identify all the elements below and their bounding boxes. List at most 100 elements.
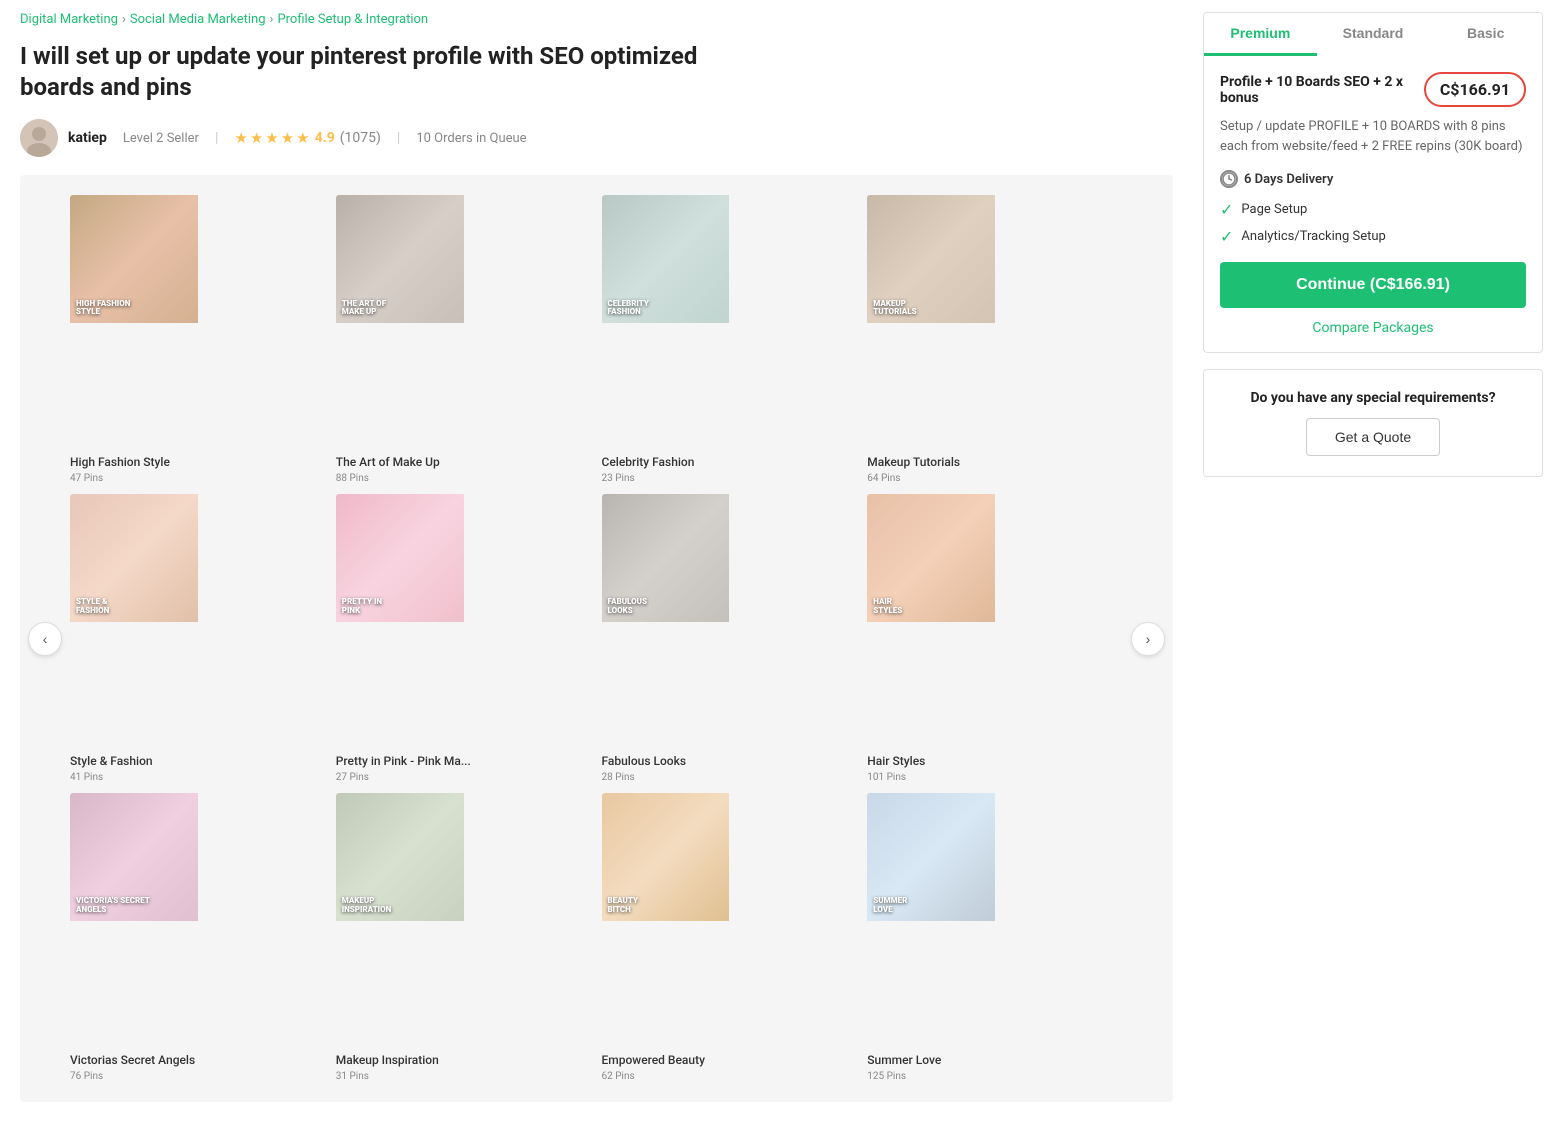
- feature-item-1: ✓ Page Setup: [1220, 200, 1526, 219]
- gallery-sublabel-6: 27 Pins: [336, 772, 592, 783]
- gallery-label-1: High Fashion Style: [70, 455, 326, 469]
- gallery-item-10: makeupINSPIRATION Makeup Inspiration 31 …: [336, 793, 592, 1082]
- breadcrumb-sep-1: ›: [122, 12, 126, 27]
- gallery-next-button[interactable]: ›: [1131, 622, 1165, 656]
- compare-packages-link[interactable]: Compare Packages: [1220, 320, 1526, 336]
- seller-level: Level 2 Seller: [123, 131, 199, 146]
- gallery-item-6: pretty inPINK Pretty in Pink - Pink Ma..…: [336, 494, 592, 783]
- star-5: ★: [296, 129, 309, 147]
- breadcrumb: Digital Marketing › Social Media Marketi…: [20, 12, 1173, 27]
- star-4: ★: [281, 129, 294, 147]
- star-2: ★: [250, 129, 263, 147]
- tab-premium[interactable]: Premium: [1204, 13, 1317, 56]
- get-quote-button[interactable]: Get a Quote: [1306, 418, 1440, 456]
- gallery-sublabel-7: 28 Pins: [602, 772, 858, 783]
- gallery-item-12: summerLOVE Summer Love 125 Pins: [867, 793, 1123, 1082]
- package-card: Premium Standard Basic Profile + 10 Boar…: [1203, 12, 1543, 353]
- gallery-thumb-8[interactable]: hairSTYLES: [867, 494, 1123, 750]
- feature-list: ✓ Page Setup ✓ Analytics/Tracking Setup: [1220, 200, 1526, 246]
- package-tabs: Premium Standard Basic: [1204, 13, 1542, 56]
- gallery-sublabel-3: 23 Pins: [602, 473, 858, 484]
- check-icon-1: ✓: [1220, 200, 1233, 219]
- gallery-thumb-1[interactable]: high fashionSTYLE: [70, 195, 326, 451]
- gallery-item-1: high fashionSTYLE High Fashion Style 47 …: [70, 195, 326, 484]
- star-rating: ★ ★ ★ ★ ★ 4.9 (1075): [234, 129, 381, 147]
- gig-title: I will set up or update your pinterest p…: [20, 41, 700, 103]
- package-body: Profile + 10 Boards SEO + 2 x bonus C$16…: [1204, 56, 1542, 352]
- gallery-sublabel-8: 101 Pins: [867, 772, 1123, 783]
- gallery-prev-button[interactable]: ‹: [28, 622, 62, 656]
- gallery-thumb-7[interactable]: fabulousLOOKS: [602, 494, 858, 750]
- gallery-label-7: Fabulous Looks: [602, 754, 858, 768]
- gallery-thumb-10[interactable]: makeupINSPIRATION: [336, 793, 592, 1049]
- gallery-item-4: makeupTUTORIALS Makeup Tutorials 64 Pins: [867, 195, 1123, 484]
- gallery-sublabel-5: 41 Pins: [70, 772, 326, 783]
- gallery-item-7: fabulousLOOKS Fabulous Looks 28 Pins: [602, 494, 858, 783]
- gallery-thumb-12[interactable]: summerLOVE: [867, 793, 1123, 1049]
- seller-name[interactable]: katiep: [68, 130, 107, 146]
- gallery-sublabel-9: 76 Pins: [70, 1071, 326, 1082]
- chevron-left-icon: ‹: [43, 631, 48, 647]
- seller-divider: |: [215, 130, 218, 146]
- breadcrumb-digital-marketing[interactable]: Digital Marketing: [20, 12, 118, 27]
- gallery-label-12: Summer Love: [867, 1053, 1123, 1067]
- gallery-thumb-4[interactable]: makeupTUTORIALS: [867, 195, 1123, 451]
- gallery-sublabel-10: 31 Pins: [336, 1071, 592, 1082]
- gallery-thumb-9[interactable]: victoria's secretANGELS: [70, 793, 326, 1049]
- rating-value: 4.9: [315, 130, 335, 146]
- chevron-right-icon: ›: [1146, 631, 1151, 647]
- breadcrumb-social-media[interactable]: Social Media Marketing: [130, 12, 266, 27]
- gallery-label-4: Makeup Tutorials: [867, 455, 1123, 469]
- package-price: C$166.91: [1424, 72, 1526, 107]
- gallery-item-2: the art ofMAKE UP The Art of Make Up 88 …: [336, 195, 592, 484]
- gallery-label-11: Empowered Beauty: [602, 1053, 858, 1067]
- tab-standard[interactable]: Standard: [1317, 13, 1430, 56]
- gallery-thumb-6[interactable]: pretty inPINK: [336, 494, 592, 750]
- gallery-sublabel-4: 64 Pins: [867, 473, 1123, 484]
- star-1: ★: [234, 129, 247, 147]
- tab-basic[interactable]: Basic: [1429, 13, 1542, 56]
- gallery-item-3: celebrityFASHION Celebrity Fashion 23 Pi…: [602, 195, 858, 484]
- continue-button[interactable]: Continue (C$166.91): [1220, 262, 1526, 308]
- package-header-row: Profile + 10 Boards SEO + 2 x bonus C$16…: [1220, 72, 1526, 107]
- orders-divider: |: [397, 130, 400, 146]
- seller-info: katiep Level 2 Seller | ★ ★ ★ ★ ★ 4.9 (1…: [20, 119, 1173, 157]
- gallery-label-10: Makeup Inspiration: [336, 1053, 592, 1067]
- feature-item-2: ✓ Analytics/Tracking Setup: [1220, 227, 1526, 246]
- gallery-label-8: Hair Styles: [867, 754, 1123, 768]
- package-description: Setup / update PROFILE + 10 BOARDS with …: [1220, 117, 1526, 156]
- gallery-label-5: Style & Fashion: [70, 754, 326, 768]
- gallery-grid: high fashionSTYLE High Fashion Style 47 …: [70, 195, 1123, 1081]
- gallery-item-11: BEAUTYBITCH Empowered Beauty 62 Pins: [602, 793, 858, 1082]
- breadcrumb-sep-2: ›: [270, 12, 274, 27]
- special-req-title: Do you have any special requirements?: [1224, 390, 1522, 406]
- gallery-sublabel-1: 47 Pins: [70, 473, 326, 484]
- check-icon-2: ✓: [1220, 227, 1233, 246]
- gallery-thumb-11[interactable]: BEAUTYBITCH: [602, 793, 858, 1049]
- clock-icon: [1220, 170, 1238, 188]
- gallery-thumb-2[interactable]: the art ofMAKE UP: [336, 195, 592, 451]
- feature-label-2: Analytics/Tracking Setup: [1241, 229, 1385, 244]
- gallery-thumb-5[interactable]: style &FASHION: [70, 494, 326, 750]
- package-name: Profile + 10 Boards SEO + 2 x bonus: [1220, 74, 1414, 106]
- special-requirements-card: Do you have any special requirements? Ge…: [1203, 369, 1543, 477]
- gallery-sublabel-12: 125 Pins: [867, 1071, 1123, 1082]
- delivery-row: 6 Days Delivery: [1220, 170, 1526, 188]
- gallery-sublabel-2: 88 Pins: [336, 473, 592, 484]
- gallery-container: ‹ high fashionSTYLE High Fashion Style 4…: [20, 175, 1173, 1101]
- gallery-item-8: hairSTYLES Hair Styles 101 Pins: [867, 494, 1123, 783]
- gallery-thumb-3[interactable]: celebrityFASHION: [602, 195, 858, 451]
- breadcrumb-profile-setup[interactable]: Profile Setup & Integration: [277, 12, 428, 27]
- gallery-label-3: Celebrity Fashion: [602, 455, 858, 469]
- avatar: [20, 119, 58, 157]
- delivery-text: 6 Days Delivery: [1244, 172, 1333, 187]
- gallery-sublabel-11: 62 Pins: [602, 1071, 858, 1082]
- gallery-label-2: The Art of Make Up: [336, 455, 592, 469]
- gallery-item-9: victoria's secretANGELS Victorias Secret…: [70, 793, 326, 1082]
- orders-in-queue: 10 Orders in Queue: [416, 131, 526, 146]
- gallery-label-9: Victorias Secret Angels: [70, 1053, 326, 1067]
- review-count: (1075): [340, 130, 381, 146]
- right-panel: Premium Standard Basic Profile + 10 Boar…: [1203, 12, 1543, 1122]
- star-3: ★: [265, 129, 278, 147]
- gallery-item-5: style &FASHION Style & Fashion 41 Pins: [70, 494, 326, 783]
